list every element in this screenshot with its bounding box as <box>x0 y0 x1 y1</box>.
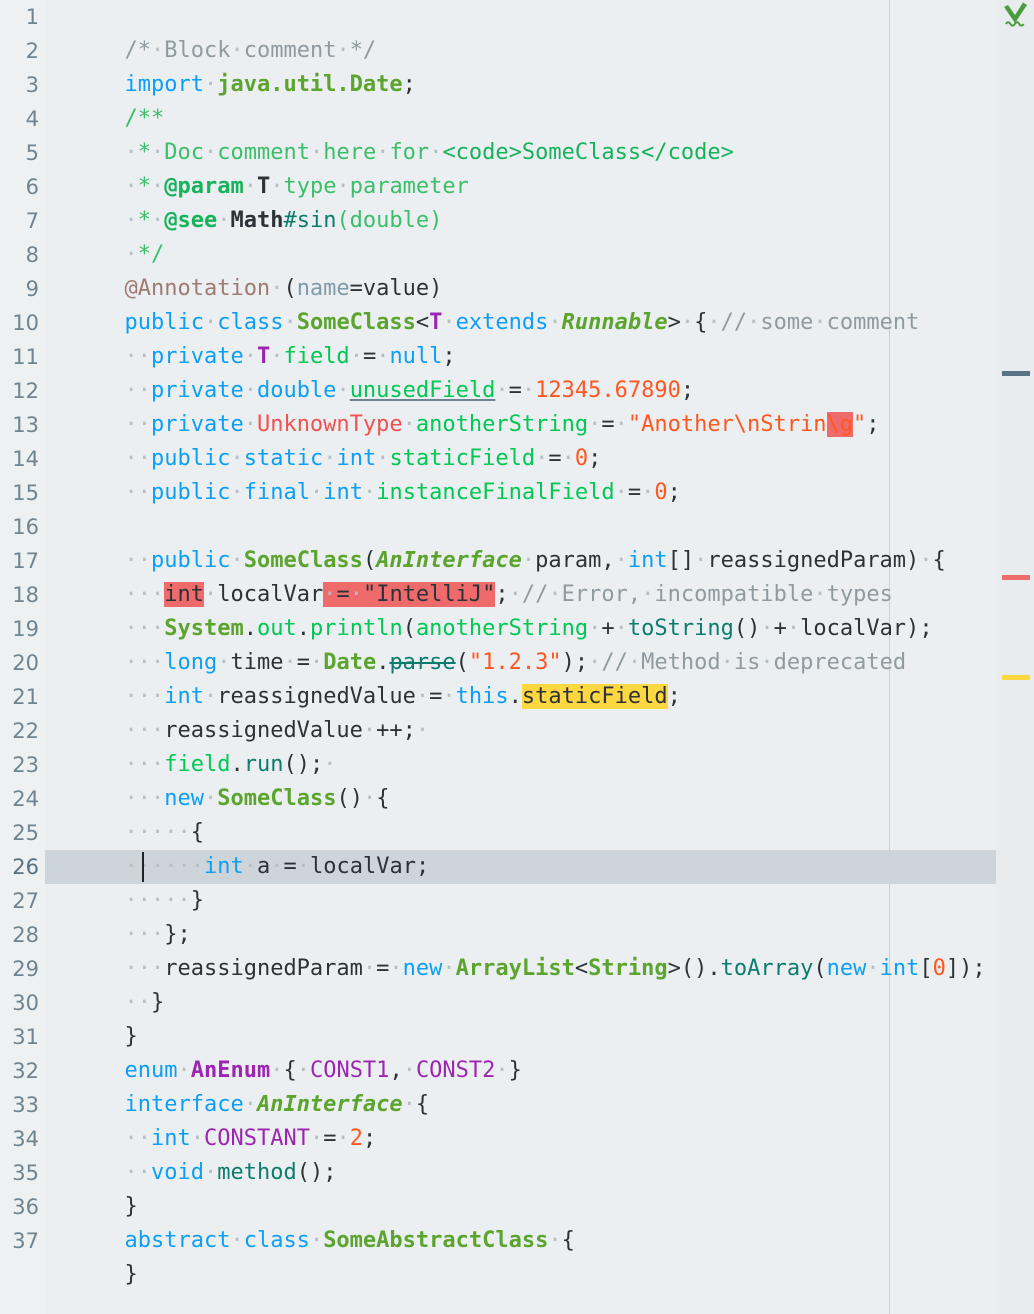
code-line-4[interactable]: ·*·Doc·comment·here·for·<code>SomeClass<… <box>45 102 734 136</box>
line-number-28[interactable]: 28 <box>0 918 39 952</box>
code-line-27[interactable]: ···}; <box>45 884 191 918</box>
line-number-16[interactable]: 16 <box>0 510 39 544</box>
code-line-19[interactable]: ···long·time·=·Date.parse("1.2.3");·//·M… <box>45 612 906 646</box>
code-line-25[interactable]: ······int·a·=·localVar; <box>45 816 429 850</box>
code-line-22[interactable]: ···field.run();· <box>45 714 336 748</box>
code-line-3[interactable]: /** <box>45 68 164 102</box>
error-stripe-mark[interactable] <box>1002 575 1030 580</box>
code-line-26[interactable]: ·····} <box>45 850 204 884</box>
line-number-27[interactable]: 27 <box>0 884 39 918</box>
code-line-7[interactable]: ·*/ <box>45 204 164 238</box>
code-line-6[interactable]: ·*·@see·Math#sin(double) <box>45 170 442 204</box>
line-number-5[interactable]: 5 <box>0 136 39 170</box>
line-number-10[interactable]: 10 <box>0 306 39 340</box>
line-number-24[interactable]: 24 <box>0 782 39 816</box>
code-line-17[interactable]: ···int·localVar·=·"IntelliJ";·//·Error,·… <box>45 544 893 578</box>
line-number-19[interactable]: 19 <box>0 612 39 646</box>
line-number-15[interactable]: 15 <box>0 476 39 510</box>
line-number-4[interactable]: 4 <box>0 102 39 136</box>
code-line-23[interactable]: ···new·SomeClass()·{ <box>45 748 389 782</box>
line-number-gutter[interactable]: 1234567891011121314151617181920212223242… <box>0 0 45 1314</box>
code-line-8[interactable]: @Annotation·(name=value) <box>45 238 442 272</box>
line-number-13[interactable]: 13 <box>0 408 39 442</box>
code-line-36[interactable]: abstract·class·SomeAbstractClass·{ <box>45 1190 575 1224</box>
code-text-area[interactable]: /*·Block·comment·*/ import·java.util.Dat… <box>45 0 996 1314</box>
line-number-26[interactable]: 26 <box>0 850 39 884</box>
line-number-37[interactable]: 37 <box>0 1224 39 1258</box>
code-line-10[interactable]: ··private·T·field·=·null; <box>45 306 456 340</box>
code-line-20[interactable]: ···int·reassignedValue·=·this.staticFiel… <box>45 646 681 680</box>
code-line-37[interactable]: } <box>45 1224 138 1258</box>
code-line-32[interactable]: interface·AnInterface·{ <box>45 1054 429 1088</box>
line-number-35[interactable]: 35 <box>0 1156 39 1190</box>
code-line-13[interactable]: ··public·static·int·staticField·=·0; <box>45 408 601 442</box>
line-number-12[interactable]: 12 <box>0 374 39 408</box>
code-line-11[interactable]: ··private·double·unusedField·=·12345.678… <box>45 340 694 374</box>
code-line-5[interactable]: ·*·@param·T·type·parameter <box>45 136 469 170</box>
error-stripe-panel[interactable] <box>996 0 1034 1314</box>
code-line-33[interactable]: ··int·CONSTANT·=·2; <box>45 1088 376 1122</box>
code-line-31[interactable]: enum·AnEnum·{·CONST1,·CONST2·} <box>45 1020 522 1054</box>
code-line-15[interactable] <box>45 476 58 510</box>
line-number-7[interactable]: 7 <box>0 204 39 238</box>
code-line-34[interactable]: ··void·method(); <box>45 1122 336 1156</box>
line-number-34[interactable]: 34 <box>0 1122 39 1156</box>
line-number-20[interactable]: 20 <box>0 646 39 680</box>
code-line-21[interactable]: ···reassignedValue·++;· <box>45 680 429 714</box>
line-number-1[interactable]: 1 <box>0 0 39 34</box>
code-line-29[interactable]: ··} <box>45 952 164 986</box>
code-line-12[interactable]: ··private·UnknownType·anotherString·=·"A… <box>45 374 880 408</box>
line-number-25[interactable]: 25 <box>0 816 39 850</box>
code-line-24[interactable]: ·····{ <box>45 782 204 816</box>
line-number-6[interactable]: 6 <box>0 170 39 204</box>
line-number-23[interactable]: 23 <box>0 748 39 782</box>
line-number-2[interactable]: 2 <box>0 34 39 68</box>
line-number-3[interactable]: 3 <box>0 68 39 102</box>
code-line-18[interactable]: ···System.out.println(anotherString·+·to… <box>45 578 933 612</box>
line-number-32[interactable]: 32 <box>0 1054 39 1088</box>
code-line-35[interactable]: } <box>45 1156 138 1190</box>
green-check-icon[interactable] <box>1000 2 1030 32</box>
code-line-30[interactable]: } <box>45 986 138 1020</box>
line-number-21[interactable]: 21 <box>0 680 39 714</box>
info-stripe-mark[interactable] <box>1002 371 1030 376</box>
code-editor-preview[interactable]: 1234567891011121314151617181920212223242… <box>0 0 1034 1314</box>
text-caret <box>142 852 144 882</box>
code-line-28[interactable]: ···reassignedParam·=·new·ArrayList<Strin… <box>45 918 986 952</box>
line-number-17[interactable]: 17 <box>0 544 39 578</box>
line-number-9[interactable]: 9 <box>0 272 39 306</box>
line-number-29[interactable]: 29 <box>0 952 39 986</box>
line-number-11[interactable]: 11 <box>0 340 39 374</box>
line-number-8[interactable]: 8 <box>0 238 39 272</box>
line-number-18[interactable]: 18 <box>0 578 39 612</box>
code-line-14[interactable]: ··public·final·int·instanceFinalField·=·… <box>45 442 681 476</box>
line-number-14[interactable]: 14 <box>0 442 39 476</box>
warning-stripe-mark[interactable] <box>1002 675 1030 680</box>
code-line-16[interactable]: ··public·SomeClass(AnInterface·param,·in… <box>45 510 946 544</box>
code-line-2[interactable]: import·java.util.Date; <box>45 34 416 68</box>
line-number-36[interactable]: 36 <box>0 1190 39 1224</box>
code-line-1[interactable]: /*·Block·comment·*/ <box>45 0 376 34</box>
line-number-22[interactable]: 22 <box>0 714 39 748</box>
line-number-30[interactable]: 30 <box>0 986 39 1020</box>
line-number-33[interactable]: 33 <box>0 1088 39 1122</box>
line-number-31[interactable]: 31 <box>0 1020 39 1054</box>
code-line-9[interactable]: public·class·SomeClass<T·extends·Runnabl… <box>45 272 919 306</box>
